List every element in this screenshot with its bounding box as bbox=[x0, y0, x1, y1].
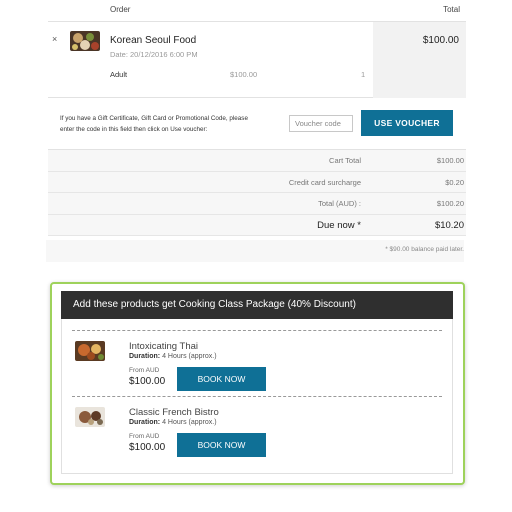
cross-sell-item: Classic French Bistro Duration: 4 Hours … bbox=[72, 396, 442, 464]
food-thumbnail-icon bbox=[75, 341, 105, 361]
total-column-background bbox=[373, 22, 466, 98]
ticket-quantity: 1 bbox=[361, 70, 366, 79]
summary-row-surcharge: Credit card surcharge $0.20 bbox=[48, 171, 466, 193]
summary-row-total-aud: Total (AUD) : $100.20 bbox=[48, 193, 466, 215]
cross-sell-item-name: Intoxicating Thai bbox=[129, 341, 199, 352]
from-price-label: From AUD bbox=[129, 367, 160, 374]
summary-label: Due now * bbox=[317, 219, 361, 231]
cross-sell-item-duration: Duration: 4 Hours (approx.) bbox=[129, 419, 217, 426]
food-thumbnail-icon bbox=[70, 31, 100, 51]
summary-label: Credit card surcharge bbox=[288, 177, 361, 187]
food-thumbnail-icon bbox=[75, 407, 105, 427]
summary-value: $0.20 bbox=[445, 177, 464, 187]
duration-value: 4 Hours (approx.) bbox=[162, 419, 217, 426]
item-name: Korean Seoul Food bbox=[110, 35, 197, 46]
cross-sell-panel: Add these products get Cooking Class Pac… bbox=[50, 282, 465, 485]
summary-value: $100.20 bbox=[436, 199, 464, 208]
summary-row-cart-total: Cart Total $100.00 bbox=[48, 150, 466, 172]
order-column-label: Order bbox=[110, 5, 131, 14]
cross-sell-item: Intoxicating Thai Duration: 4 Hours (app… bbox=[72, 330, 442, 398]
book-now-button[interactable]: BOOK NOW bbox=[177, 433, 266, 457]
balance-note: * $90.00 balance paid later. bbox=[46, 240, 464, 262]
summary-label: Cart Total bbox=[329, 156, 361, 165]
cross-sell-item-name: Classic French Bistro bbox=[129, 407, 219, 418]
item-date: Date: 20/12/2016 6:00 PM bbox=[110, 50, 198, 59]
ticket-type-label: Adult bbox=[110, 70, 128, 79]
item-total-price: $100.00 bbox=[422, 35, 459, 46]
order-line-item: × Korean Seoul Food Date: 20/12/2016 6:0… bbox=[48, 22, 466, 98]
cart-summary: Cart Total $100.00 Credit card surcharge… bbox=[46, 150, 466, 262]
summary-row-due-now: Due now * $10.20 bbox=[48, 214, 466, 236]
cross-sell-title: Add these products get Cooking Class Pac… bbox=[61, 291, 453, 319]
book-now-button[interactable]: BOOK NOW bbox=[177, 367, 266, 391]
voucher-section: If you have a Gift Certificate, Gift Car… bbox=[48, 98, 466, 150]
voucher-instructions: If you have a Gift Certificate, Gift Car… bbox=[60, 115, 248, 133]
use-voucher-button[interactable]: USE VOUCHER bbox=[361, 110, 453, 136]
summary-value: $10.20 bbox=[434, 219, 464, 231]
order-table-header: Order Total bbox=[48, 0, 466, 22]
cross-sell-item-duration: Duration: 4 Hours (approx.) bbox=[129, 353, 217, 360]
duration-label: Duration: bbox=[129, 353, 161, 360]
cross-sell-list: Intoxicating Thai Duration: 4 Hours (app… bbox=[61, 319, 453, 474]
cross-sell-item-price: $100.00 bbox=[129, 376, 166, 387]
duration-value: 4 Hours (approx.) bbox=[162, 353, 217, 360]
cross-sell-item-price: $100.00 bbox=[129, 442, 166, 453]
from-price-label: From AUD bbox=[129, 433, 160, 440]
summary-label: Total (AUD) : bbox=[318, 199, 361, 208]
total-column-label: Total bbox=[443, 5, 460, 14]
voucher-code-input[interactable] bbox=[289, 115, 353, 132]
close-icon[interactable]: × bbox=[52, 34, 57, 44]
ticket-unit-price: $100.00 bbox=[230, 70, 258, 79]
duration-label: Duration: bbox=[129, 419, 161, 426]
summary-value: $100.00 bbox=[436, 156, 464, 165]
